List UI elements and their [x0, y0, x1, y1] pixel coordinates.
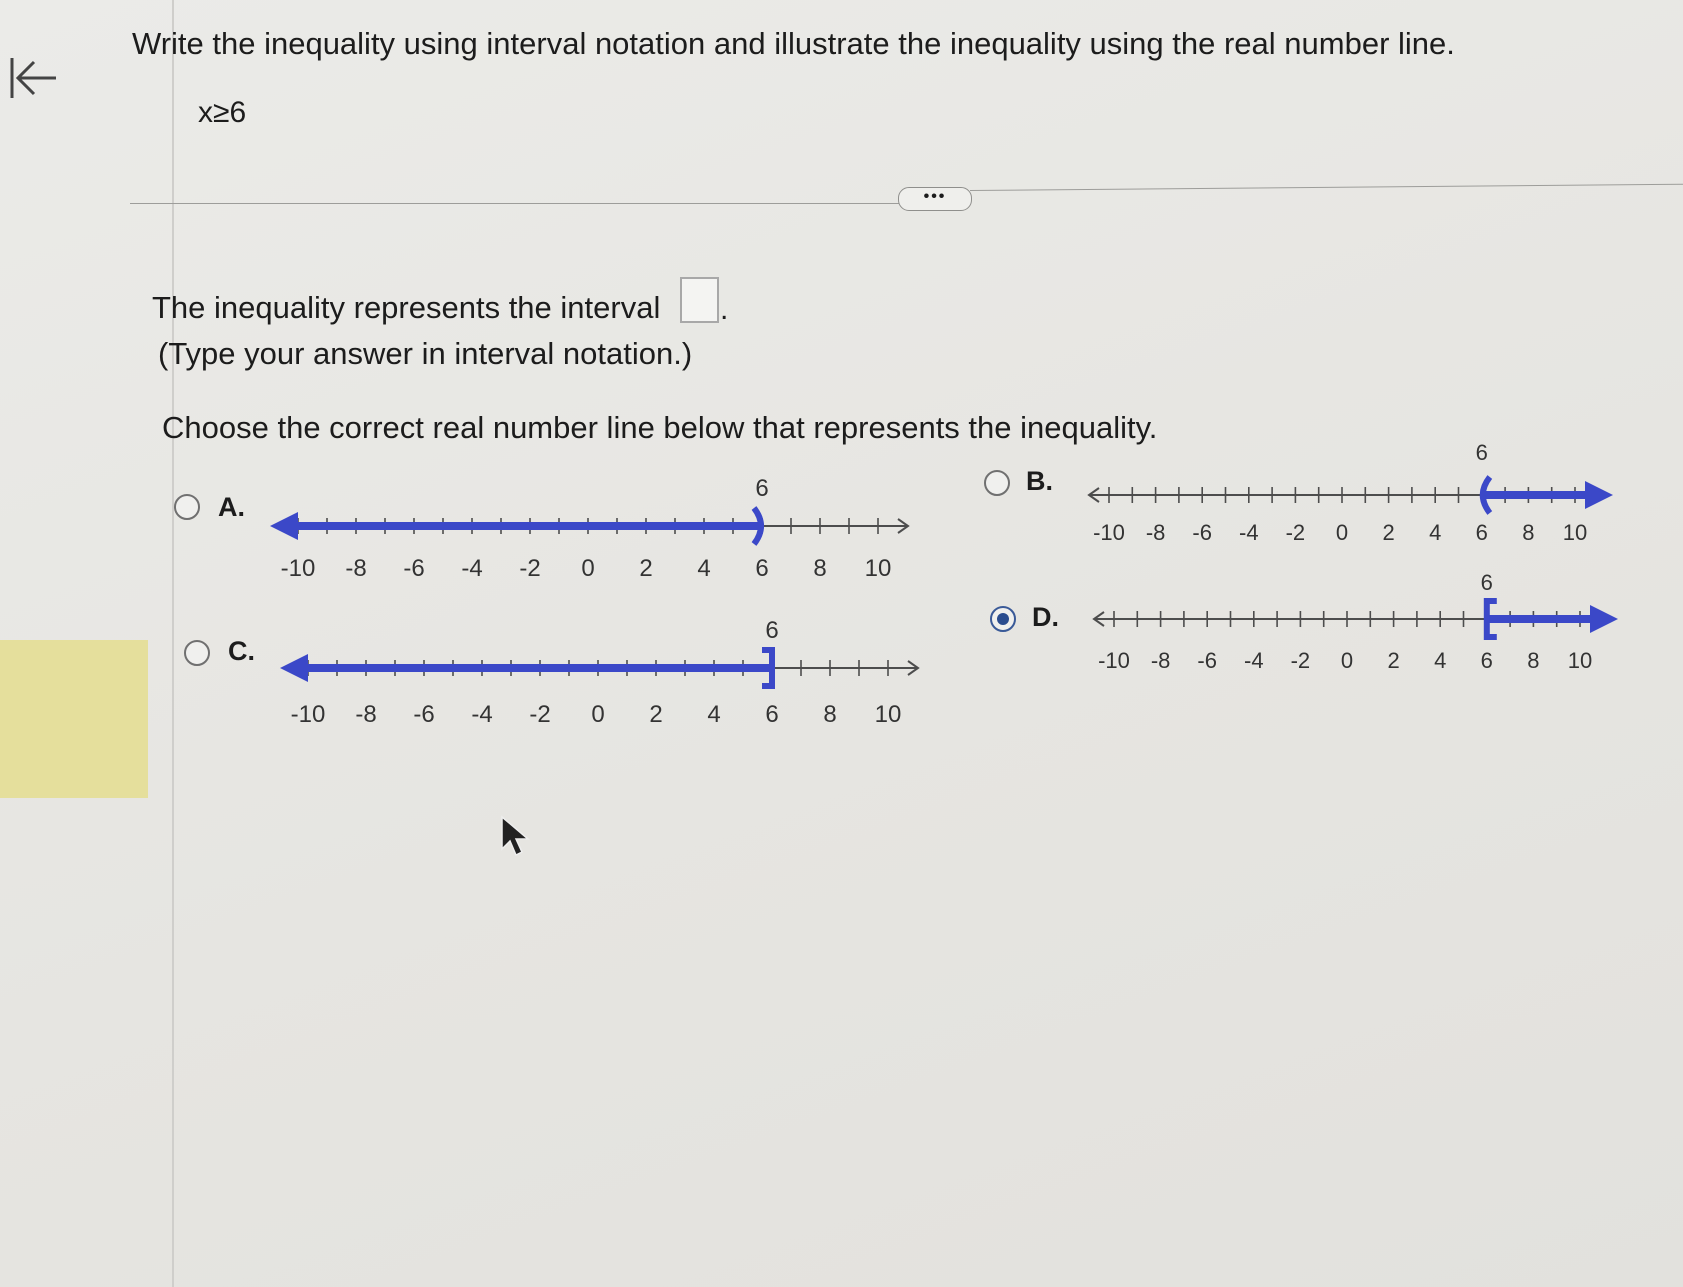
option-a-label: A. [218, 492, 245, 522]
option-a-radio[interactable] [174, 494, 200, 520]
tick-label: 6 [1476, 520, 1488, 545]
tick-label: -8 [345, 555, 366, 582]
tick-label: -4 [461, 555, 482, 582]
tick-label: 8 [823, 701, 836, 728]
interval-period: . [720, 293, 729, 326]
tick-label: -2 [1286, 520, 1306, 545]
endpoint-callout: 6 [1476, 440, 1488, 465]
tick-label: 8 [1522, 520, 1534, 545]
interval-hint: (Type your answer in interval notation.) [158, 336, 693, 371]
tick-label: 2 [649, 701, 662, 728]
tick-label: -10 [281, 555, 316, 582]
option-d-label: D. [1032, 602, 1059, 632]
tick-label: 0 [591, 701, 604, 728]
left-panel-border [172, 0, 174, 1287]
mouse-pointer-icon [501, 815, 531, 857]
tick-label: -10 [291, 701, 326, 728]
endpoint-callout: 6 [755, 475, 768, 502]
tick-label: 4 [1429, 520, 1441, 545]
option-c-radio[interactable] [184, 640, 210, 666]
tick-label: 6 [765, 701, 778, 728]
back-to-start-icon[interactable] [6, 52, 58, 104]
sidebar-highlight-tab[interactable] [0, 640, 148, 798]
tick-label: 8 [813, 555, 826, 582]
tick-label: -10 [1093, 520, 1125, 545]
tick-label: 10 [1568, 648, 1592, 673]
section-divider-right [969, 183, 1683, 191]
shaded-arrow-right [1585, 481, 1613, 509]
tick-label: -2 [519, 555, 540, 582]
shaded-arrow-left [270, 512, 298, 540]
tick-label: -8 [355, 701, 376, 728]
tick-label: 6 [1481, 648, 1493, 673]
tick-label: -6 [1197, 648, 1217, 673]
more-options-button[interactable]: ••• [898, 187, 972, 211]
option-b-label: B. [1026, 466, 1053, 496]
tick-label: 10 [865, 555, 892, 582]
tick-label: -6 [1192, 520, 1212, 545]
option-c-number-line[interactable]: -10 -8 -6 -4 -2 0 2 4 6 8 10 6 [278, 610, 978, 740]
endpoint-callout: 6 [765, 617, 778, 644]
endpoint-callout: 6 [1481, 570, 1493, 595]
interval-prompt: The inequality represents the interval [152, 290, 661, 325]
option-d-radio[interactable] [990, 606, 1016, 632]
tick-label: -2 [1291, 648, 1311, 673]
tick-label: -2 [529, 701, 550, 728]
question-page: Write the inequality using interval nota… [0, 0, 1683, 1287]
tick-label: -6 [403, 555, 424, 582]
tick-label: 10 [1563, 520, 1587, 545]
tick-label: 4 [697, 555, 710, 582]
tick-label: -6 [413, 701, 434, 728]
tick-label: 4 [707, 701, 720, 728]
choose-prompt: Choose the correct real number line belo… [162, 410, 1158, 445]
section-divider [130, 203, 910, 204]
tick-label: -4 [471, 701, 492, 728]
tick-label: 0 [1341, 648, 1353, 673]
tick-label: -4 [1239, 520, 1259, 545]
tick-label: -8 [1146, 520, 1166, 545]
tick-label: 2 [1387, 648, 1399, 673]
interval-answer-input[interactable] [680, 277, 719, 323]
tick-label: 2 [639, 555, 652, 582]
tick-label: 6 [755, 555, 768, 582]
option-d-number-line[interactable]: -10 -8 -6 -4 -2 0 2 4 6 8 10 6 [1080, 570, 1680, 704]
option-b-radio[interactable] [984, 470, 1010, 496]
tick-label: 0 [1336, 520, 1348, 545]
option-a-number-line[interactable]: -10 -8 -6 -4 -2 0 2 4 6 8 10 6 [270, 468, 970, 598]
option-c-label: C. [228, 636, 255, 666]
inequality-expression: x≥6 [198, 96, 247, 129]
question-text: Write the inequality using interval nota… [132, 26, 1455, 61]
shaded-arrow-right [1590, 605, 1618, 633]
tick-label: -10 [1098, 648, 1130, 673]
tick-label: -4 [1244, 648, 1264, 673]
tick-label: 4 [1434, 648, 1446, 673]
shaded-arrow-left [280, 654, 308, 682]
option-b-number-line[interactable]: -10 -8 -6 -4 -2 0 2 4 6 8 10 6 [1075, 440, 1675, 570]
tick-label: -8 [1151, 648, 1171, 673]
tick-label: 0 [581, 555, 594, 582]
tick-label: 8 [1527, 648, 1539, 673]
tick-label: 10 [875, 701, 902, 728]
tick-label: 2 [1382, 520, 1394, 545]
